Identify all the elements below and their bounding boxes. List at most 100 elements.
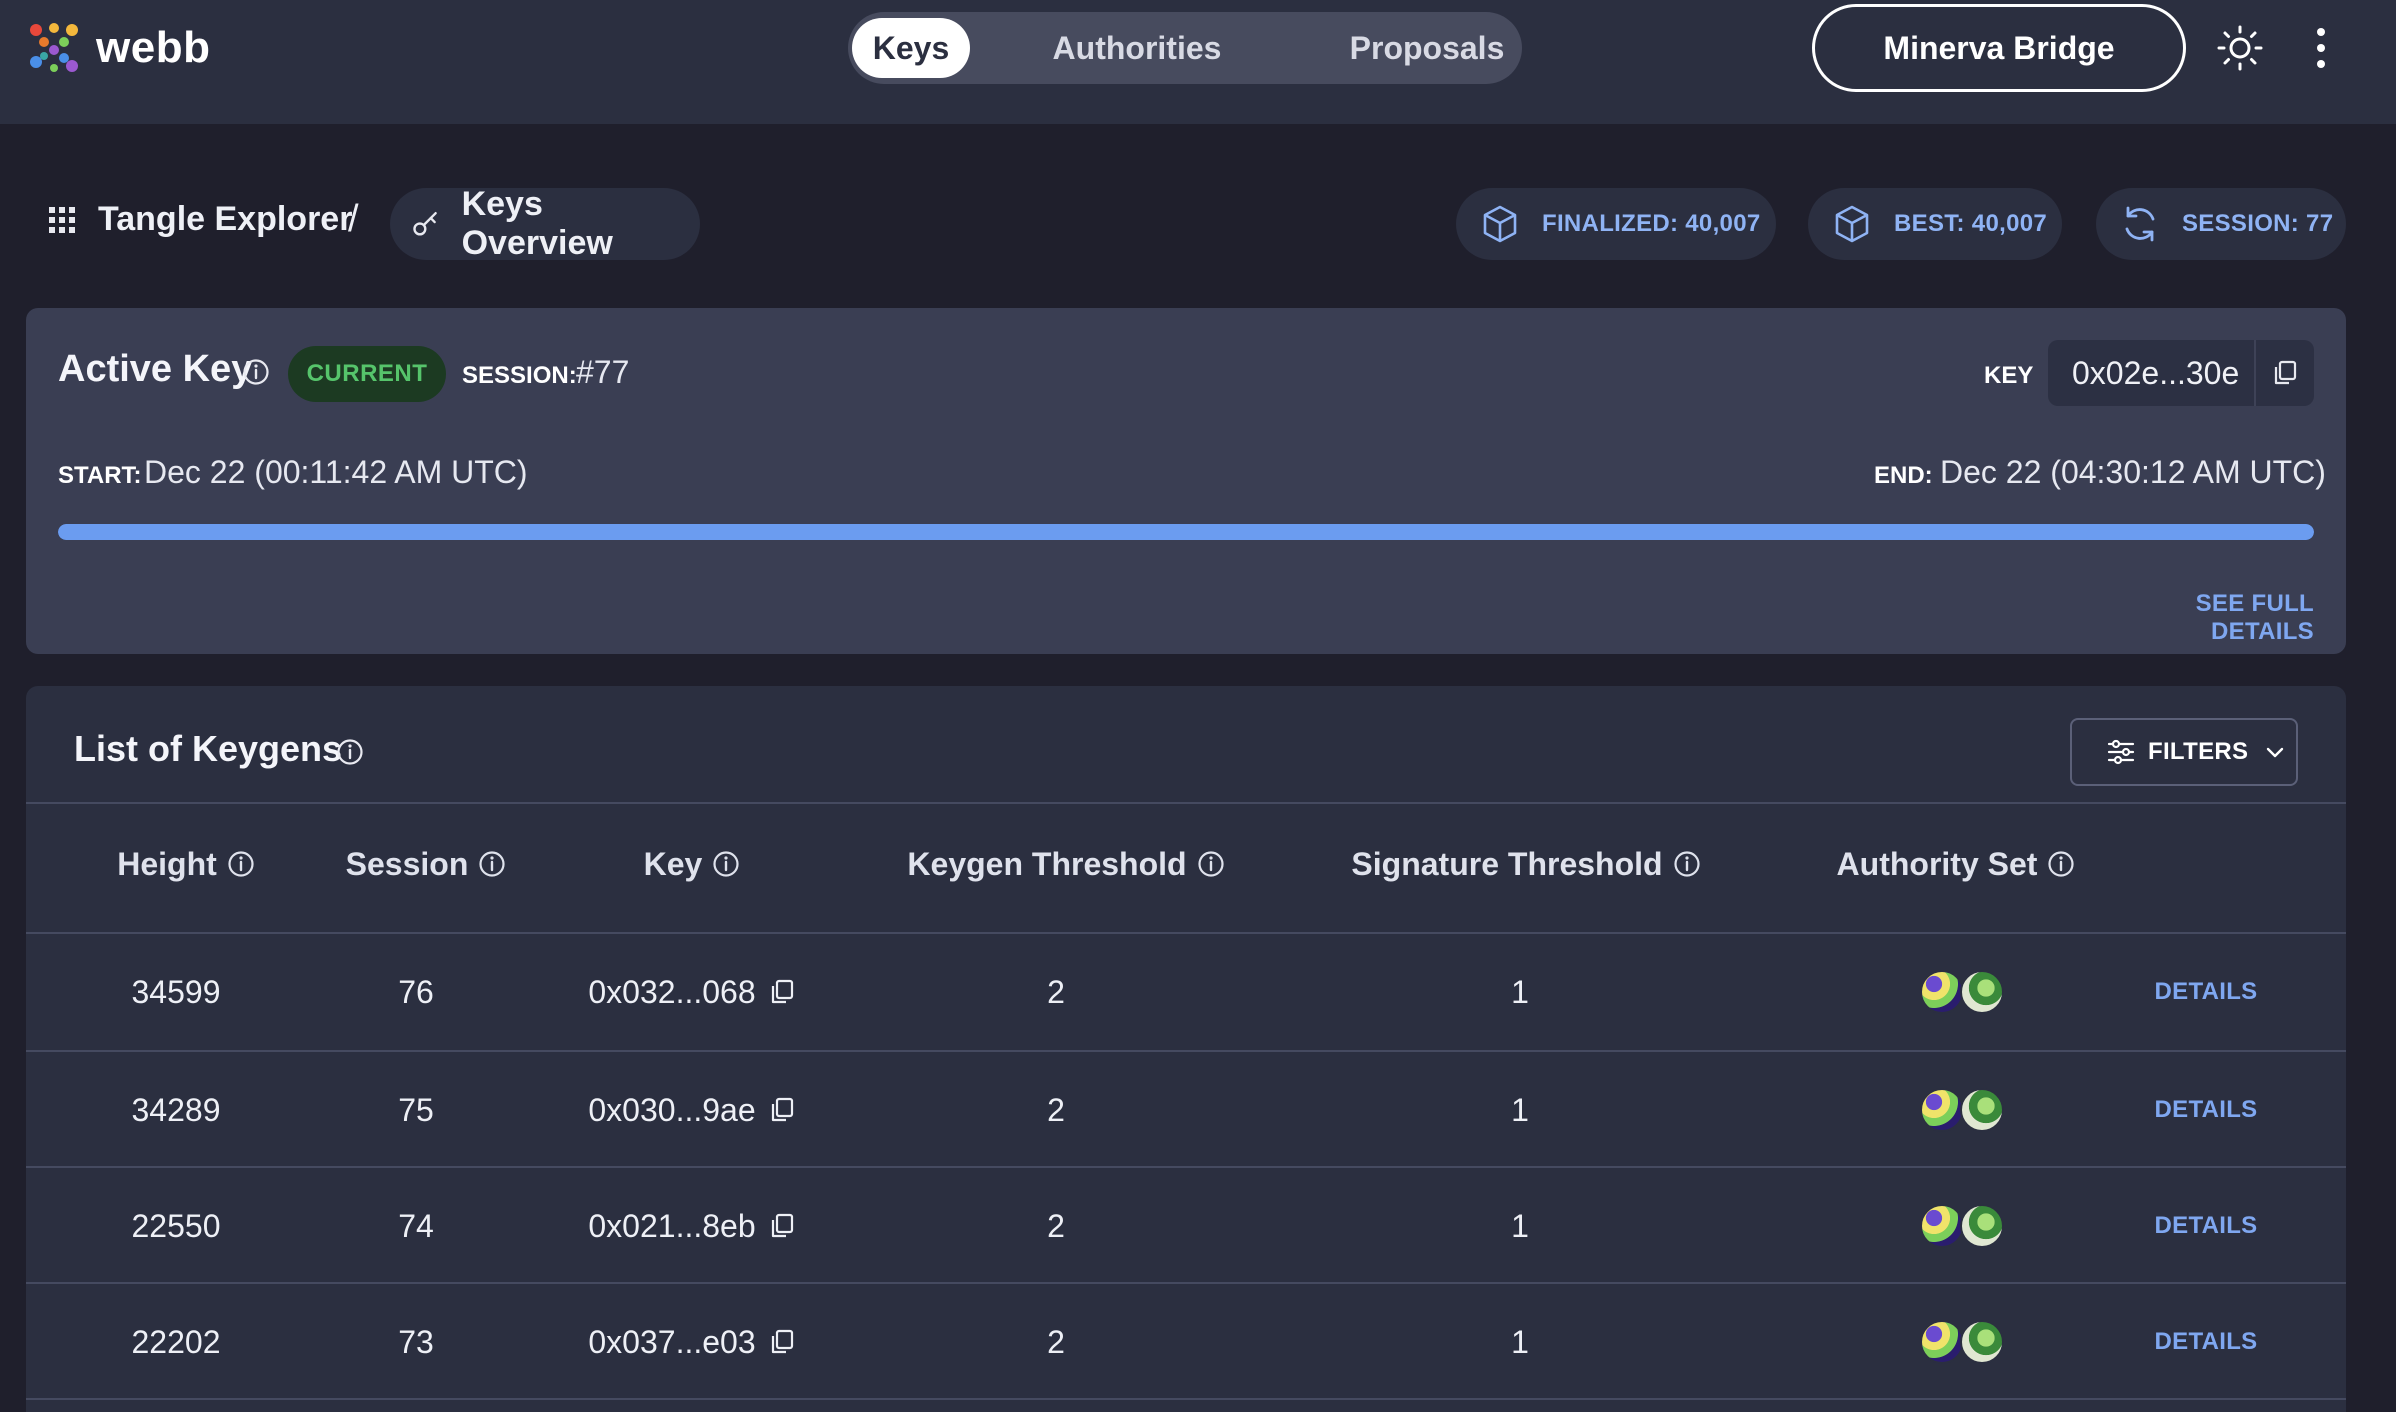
copy-icon[interactable] bbox=[768, 1096, 796, 1124]
cell-keygen-threshold: 2 bbox=[1047, 1091, 1065, 1128]
see-full-details-link[interactable]: SEE FULL DETAILS bbox=[2106, 590, 2314, 646]
cell-keygen-threshold: 2 bbox=[1047, 1323, 1065, 1360]
column-label: Height bbox=[117, 845, 217, 882]
cell-key: 0x037...e03 bbox=[542, 1284, 842, 1400]
key-icon bbox=[413, 211, 437, 236]
cube-icon bbox=[1835, 205, 1869, 243]
copy-icon[interactable] bbox=[768, 978, 796, 1006]
info-icon bbox=[228, 851, 254, 877]
tab-keys[interactable]: Keys bbox=[852, 18, 970, 78]
stat-session: SESSION: 77 bbox=[2096, 188, 2346, 260]
cell-authority-set bbox=[1860, 1168, 2060, 1284]
section-tabs: Keys Authorities Proposals bbox=[848, 12, 1522, 84]
cell-key: 0x032...068 bbox=[542, 934, 842, 1050]
webb-logo[interactable]: webb bbox=[24, 18, 210, 78]
end-value: Dec 22 (04:30:12 AM UTC) bbox=[1940, 454, 2326, 490]
sun-icon[interactable] bbox=[2216, 24, 2264, 72]
top-nav-bar: webb Keys Authorities Proposals Minerva … bbox=[0, 0, 2396, 124]
cell-action: DETAILS bbox=[2106, 1168, 2306, 1284]
row-divider bbox=[26, 1398, 2346, 1400]
avatar[interactable] bbox=[1960, 970, 2004, 1014]
tab-proposals[interactable]: Proposals bbox=[1342, 18, 1512, 78]
avatar[interactable] bbox=[1920, 1320, 1964, 1364]
key-value: 0x037...e03 bbox=[588, 1323, 756, 1360]
avatar[interactable] bbox=[1960, 1088, 2004, 1132]
copy-icon bbox=[2275, 360, 2297, 385]
avatar[interactable] bbox=[1960, 1204, 2004, 1248]
breadcrumb-current-label: Keys Overview bbox=[461, 185, 613, 262]
authority-avatars bbox=[1920, 1320, 2004, 1364]
active-key-value: 0x02e...30e bbox=[2072, 354, 2240, 391]
key-label: KEY bbox=[1984, 362, 2034, 389]
end-label: END: bbox=[1874, 462, 1933, 489]
more-vertical-icon[interactable] bbox=[2306, 24, 2336, 72]
cell-session: 73 bbox=[398, 1323, 434, 1360]
breadcrumb-current[interactable]: Keys Overview bbox=[390, 185, 700, 262]
avatar[interactable] bbox=[1920, 970, 1964, 1014]
info-icon[interactable] bbox=[336, 738, 364, 766]
info-icon[interactable] bbox=[242, 358, 270, 386]
details-link[interactable]: DETAILS bbox=[2155, 1096, 2258, 1124]
filters-label: FILTERS bbox=[2148, 738, 2249, 765]
tab-authorities[interactable]: Authorities bbox=[1032, 18, 1242, 78]
info-icon bbox=[713, 851, 739, 877]
session-label: SESSION: bbox=[462, 362, 577, 389]
avatar[interactable] bbox=[1960, 1320, 2004, 1364]
details-link[interactable]: DETAILS bbox=[2155, 1212, 2258, 1240]
authority-avatars bbox=[1920, 970, 2004, 1014]
column-header-key[interactable]: Key bbox=[592, 844, 792, 884]
column-label: Keygen Threshold bbox=[907, 845, 1187, 882]
cell-session: 75 bbox=[398, 1091, 434, 1128]
cell-signature-threshold: 1 bbox=[1511, 1323, 1529, 1360]
session-value: #77 bbox=[576, 354, 630, 390]
cell-authority-set bbox=[1860, 934, 2060, 1050]
filters-button[interactable]: FILTERS bbox=[2070, 718, 2298, 786]
copy-key-button[interactable] bbox=[2254, 340, 2314, 406]
cell-action: DETAILS bbox=[2106, 934, 2306, 1050]
cell-session: 76 bbox=[398, 973, 434, 1010]
cell-key: 0x030...9ae bbox=[542, 1052, 842, 1168]
details-link[interactable]: DETAILS bbox=[2155, 1328, 2258, 1356]
table-row: 22202 73 0x037...e03 2 1 DETAILS bbox=[26, 1284, 2346, 1400]
chevron-down-icon bbox=[2267, 747, 2284, 758]
start-value: Dec 22 (00:11:42 AM UTC) bbox=[144, 454, 528, 490]
cell-signature-threshold: 1 bbox=[1511, 1207, 1529, 1244]
active-key-title: Active Key bbox=[58, 348, 253, 390]
copy-icon[interactable] bbox=[768, 1212, 796, 1240]
column-header-signature-threshold[interactable]: Signature Threshold bbox=[1326, 844, 1726, 884]
copy-icon[interactable] bbox=[768, 1328, 796, 1356]
cell-session: 74 bbox=[398, 1207, 434, 1244]
info-icon bbox=[1197, 851, 1224, 877]
avatar[interactable] bbox=[1920, 1204, 1964, 1248]
breadcrumb-root[interactable]: Tangle Explorer bbox=[98, 200, 352, 239]
cell-authority-set bbox=[1860, 1284, 2060, 1400]
network-selector-button[interactable]: Minerva Bridge bbox=[1812, 4, 2186, 92]
stat-best-label: BEST: 40,007 bbox=[1894, 210, 2048, 237]
breadcrumb-separator: / bbox=[348, 198, 359, 240]
authority-avatars bbox=[1920, 1204, 2004, 1248]
details-link[interactable]: DETAILS bbox=[2155, 978, 2258, 1006]
key-value: 0x030...9ae bbox=[588, 1091, 756, 1128]
cell-height: 34289 bbox=[131, 1091, 221, 1128]
stat-session-label: SESSION: 77 bbox=[2182, 210, 2334, 237]
column-label: Authority Set bbox=[1836, 845, 2038, 882]
cube-icon bbox=[1483, 205, 1517, 243]
cell-keygen-threshold: 2 bbox=[1047, 973, 1065, 1010]
column-header-height[interactable]: Height bbox=[86, 844, 286, 884]
start-label: START: bbox=[58, 462, 142, 489]
column-header-session[interactable]: Session bbox=[326, 844, 526, 884]
key-value: 0x021...8eb bbox=[588, 1207, 756, 1244]
avatar[interactable] bbox=[1920, 1088, 1964, 1132]
cell-height: 22202 bbox=[131, 1323, 221, 1360]
table-row: 22550 74 0x021...8eb 2 1 DETAILS bbox=[26, 1168, 2346, 1284]
sliders-icon bbox=[2107, 739, 2135, 765]
table-row: 34289 75 0x030...9ae 2 1 DETAILS bbox=[26, 1052, 2346, 1168]
stat-finalized: FINALIZED: 40,007 bbox=[1456, 188, 1776, 260]
column-header-keygen-threshold[interactable]: Keygen Threshold bbox=[886, 844, 1246, 884]
column-header-authority-set[interactable]: Authority Set bbox=[1806, 844, 2106, 884]
cell-signature-threshold: 1 bbox=[1511, 973, 1529, 1010]
cell-height: 34599 bbox=[131, 973, 221, 1010]
info-icon bbox=[2048, 851, 2075, 877]
cell-action: DETAILS bbox=[2106, 1284, 2306, 1400]
column-label: Signature Threshold bbox=[1351, 845, 1663, 882]
